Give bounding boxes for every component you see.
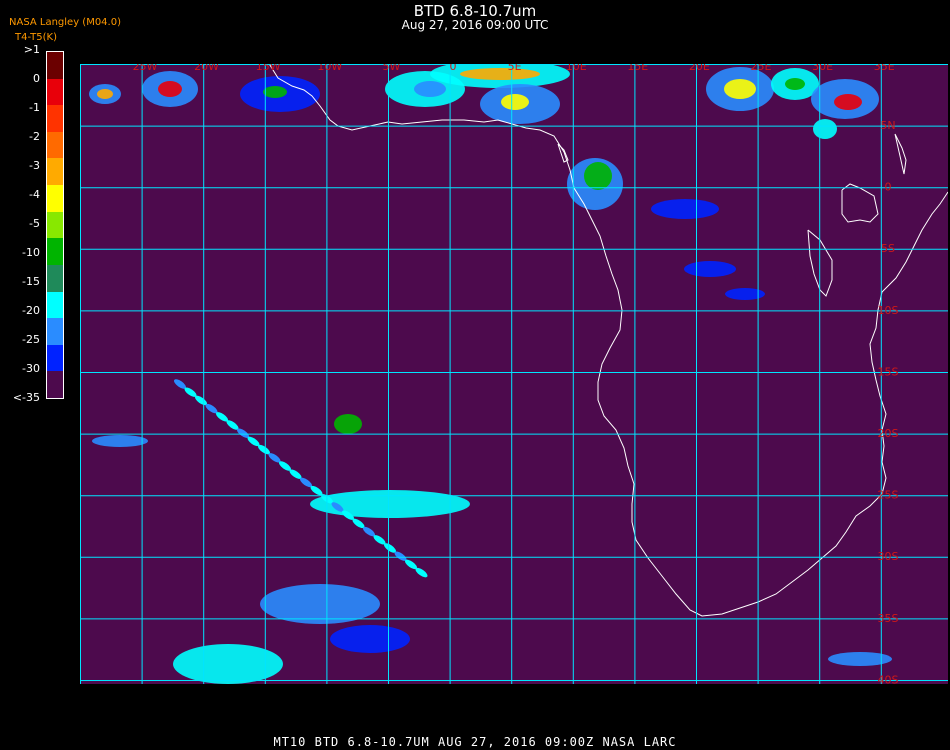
legend-swatch [47,264,63,293]
cloud-patch [158,81,182,97]
cloud-patch [584,162,612,190]
longitude-label: 35E [874,64,895,73]
cloud-patch [834,94,862,110]
cloud-patch [97,89,113,99]
cloud-patch [725,288,765,300]
legend-swatch [47,318,63,346]
longitude-label: 30E [812,64,833,73]
longitude-label: 25W [133,64,158,73]
latitude-label: 20S [878,427,899,440]
color-legend: >1 0 -1 -2 -3 -4 -5 -10 -15 -20 -25 -30 <-35 [0,43,70,404]
latitude-label: 0 [885,181,892,194]
legend-swatch [47,344,63,372]
cloud-patch [828,652,892,666]
footer-caption: MT10 BTD 6.8-10.7UM AUG 27, 2016 09:00Z … [273,735,677,749]
longitude-label: 15W [256,64,281,73]
cloud-patch [173,644,283,684]
cloud-patch [684,261,736,277]
longitude-label: 0 [450,64,457,73]
legend-label: -4 [29,188,40,201]
legend-swatch [47,291,63,319]
longitude-label: 15E [627,64,648,73]
legend-label: <-35 [12,391,40,404]
latitude-label: 35S [878,612,899,625]
legend-swatch [47,158,63,186]
legend-swatch [47,211,63,239]
cloud-patch [92,435,148,447]
legend-color-bar [46,51,64,399]
cloud-patch [813,119,837,139]
cloud-patch [501,94,529,110]
image-timestamp: Aug 27, 2016 09:00 UTC [401,18,549,32]
map-background [80,64,948,684]
cloud-patch [263,86,287,98]
legend-label: -10 [22,246,40,259]
longitude-label: 10E [566,64,587,73]
legend-label: -20 [22,304,40,317]
organization-label: NASA Langley (M04.0) [9,17,121,28]
legend-swatch [47,185,63,213]
cloud-patch [651,199,719,219]
legend-swatch [47,371,63,399]
legend-label: -1 [29,101,40,114]
latitude-label: 5S [881,242,895,255]
longitude-label: 5E [508,64,522,73]
cloud-patch [260,584,380,624]
longitude-label: 20E [689,64,710,73]
latitude-label: 30S [878,550,899,563]
legend-label: -30 [22,362,40,375]
longitude-label: 20W [194,64,219,73]
cloud-patch [330,625,410,653]
legend-units-label: T4-T5(K) [15,32,57,43]
latitude-label: 5N [880,119,895,132]
latitude-label: 10S [878,304,899,317]
legend-label: -2 [29,130,40,143]
cloud-patch [724,79,756,99]
legend-label: -15 [22,275,40,288]
legend-label: >1 [23,43,40,56]
legend-swatch [47,105,63,133]
legend-swatch [47,78,63,106]
legend-swatch [47,238,63,266]
cloud-patch [334,414,362,434]
latitude-label: 40S [878,673,899,684]
legend-label: 0 [33,72,40,85]
latitude-label: 25S [878,489,899,502]
legend-label: -25 [22,333,40,346]
legend-swatch [47,52,63,80]
longitude-label: 25E [751,64,772,73]
legend-swatch [47,131,63,159]
cloud-patch [460,68,540,80]
cloud-patch [414,81,446,97]
latitude-label: 15S [878,365,899,378]
cloud-patch [785,78,805,90]
satellite-map[interactable]: 25W 20W 15W 10W 5W 0 5E 10E 15E 20E 25E 30E 35E 5N 0 5S… [80,64,948,684]
longitude-label: 5W [382,64,400,73]
map-canvas[interactable]: 25W 20W 15W 10W 5W 0 5E 10E 15E 20E 25E 30E 35E 5N 0 5S… [80,64,948,684]
longitude-label: 10W [317,64,342,73]
legend-label: -5 [29,217,40,230]
legend-label: -3 [29,159,40,172]
